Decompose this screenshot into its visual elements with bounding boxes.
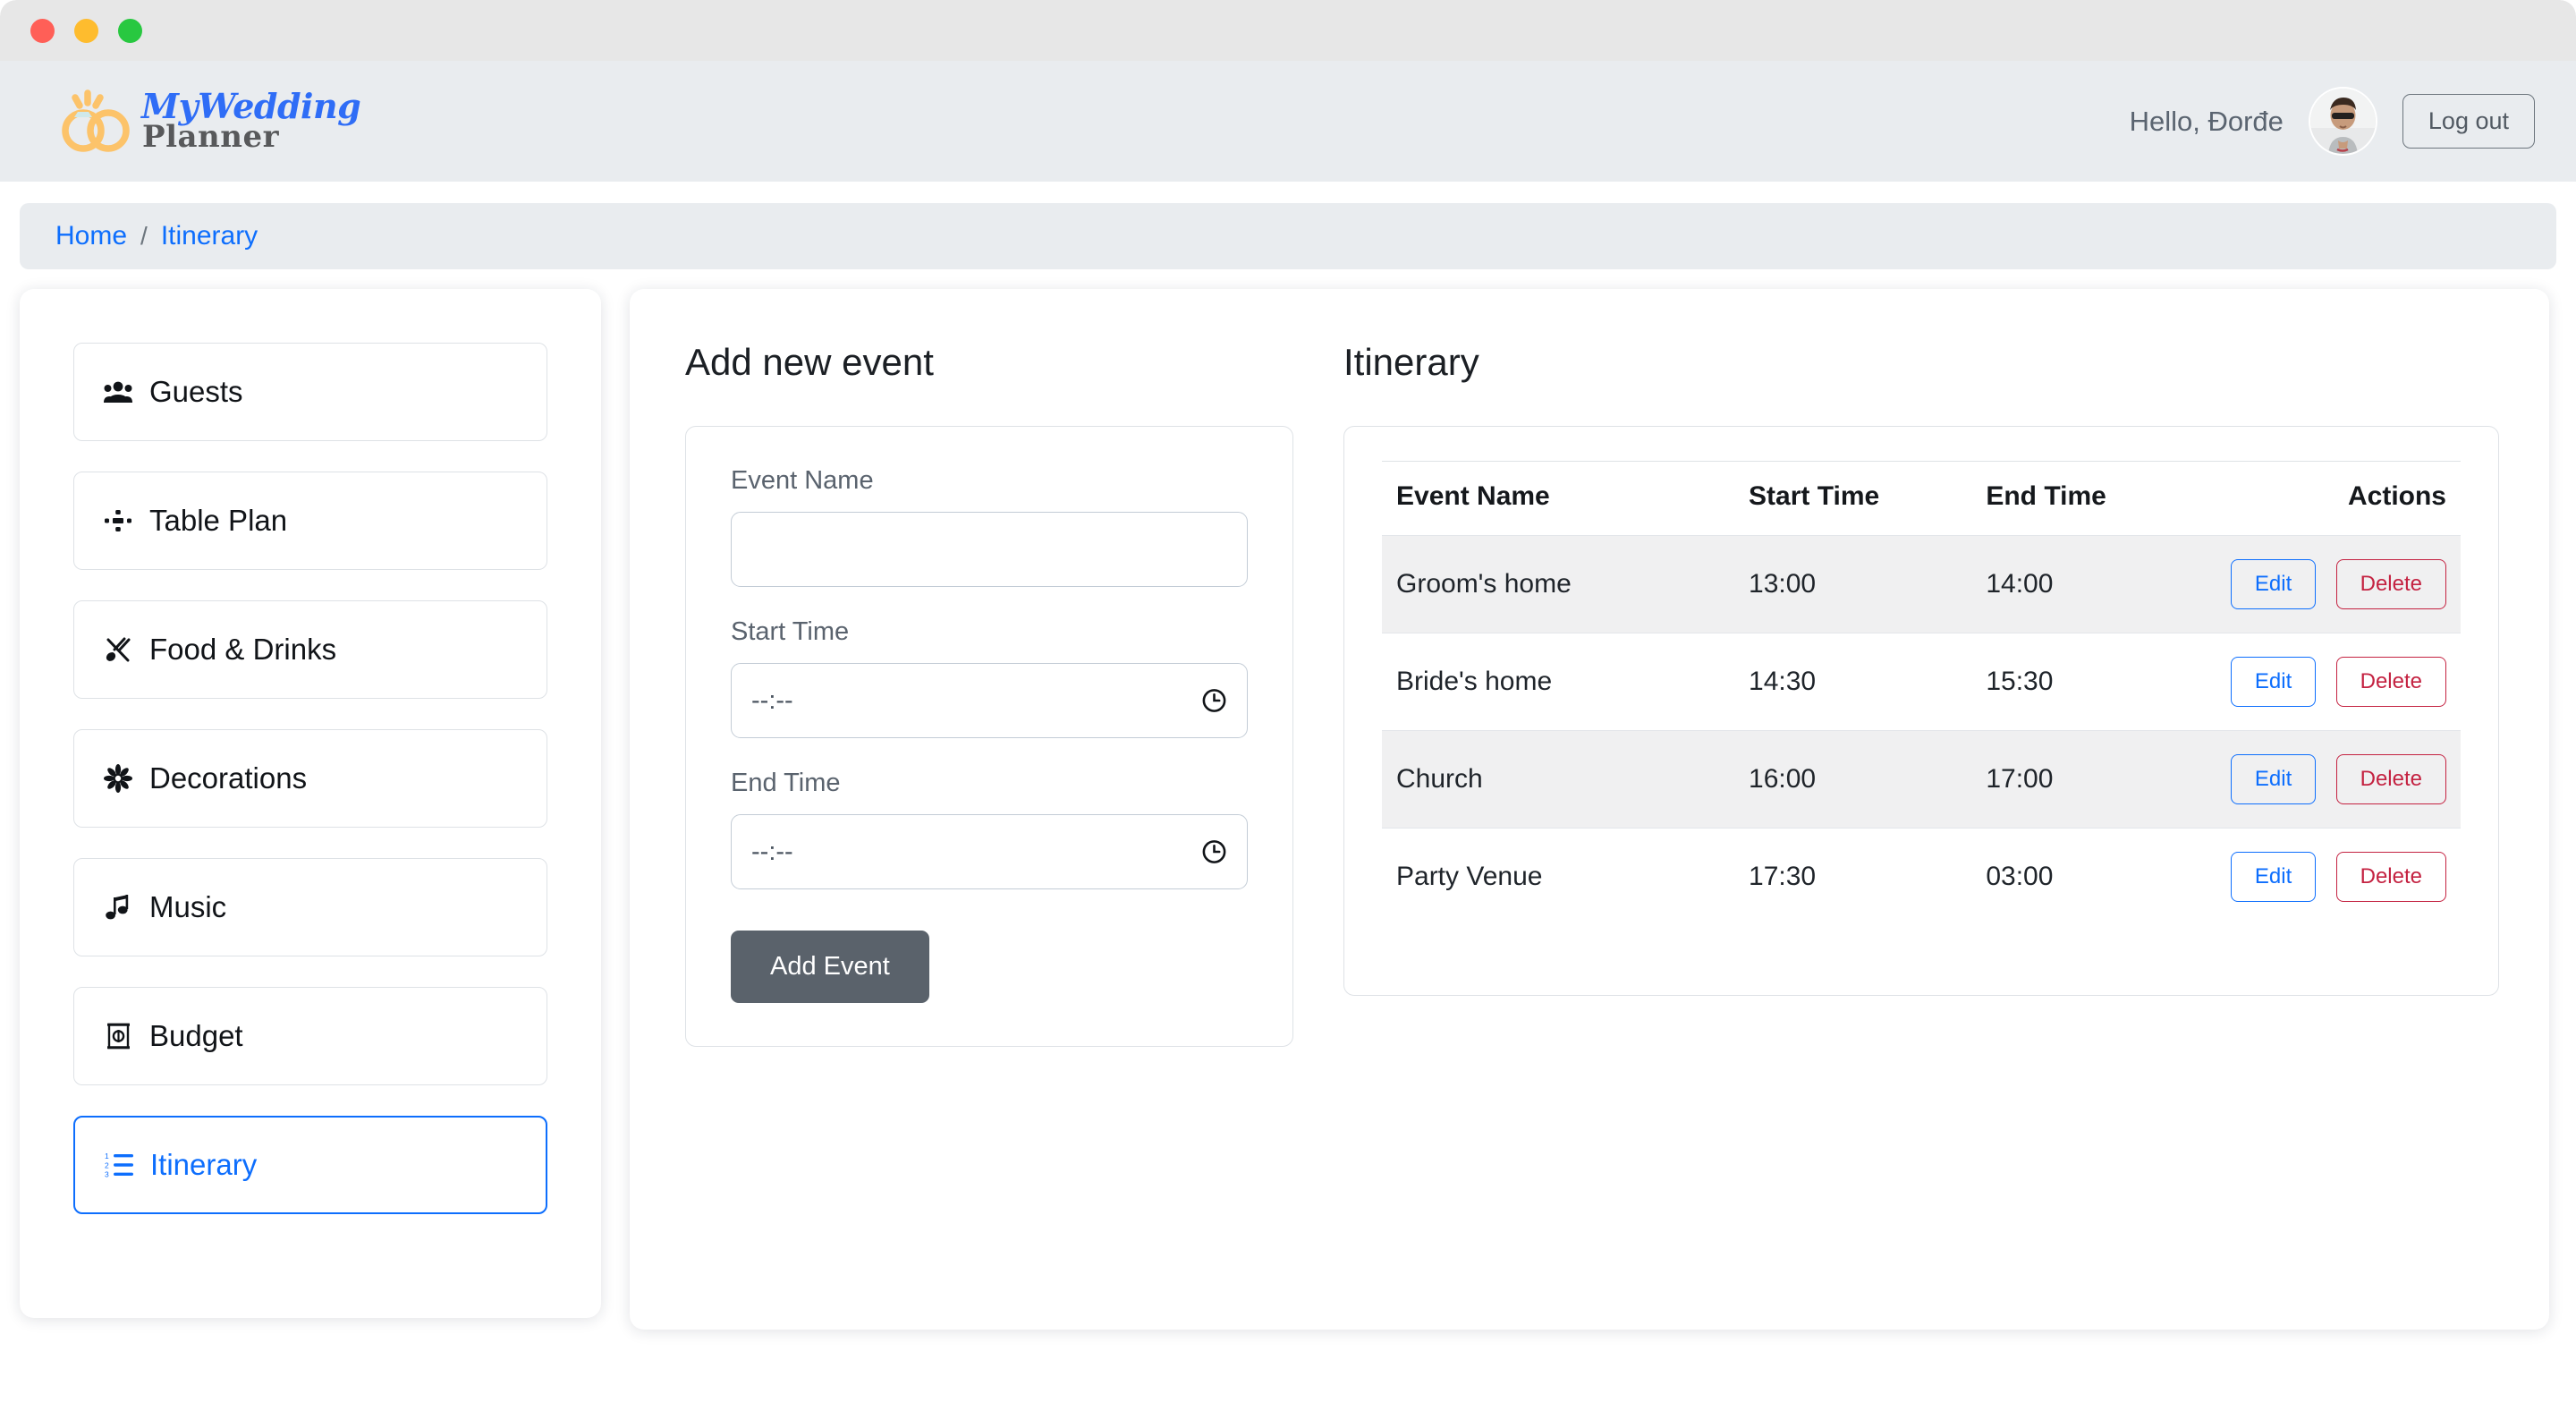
minimize-window-button[interactable] — [74, 18, 98, 43]
edit-button[interactable]: Edit — [2230, 754, 2317, 804]
start-time-label: Start Time — [731, 617, 850, 646]
end-time-input[interactable] — [731, 814, 1248, 889]
svg-text:2: 2 — [105, 1160, 109, 1169]
event-name-field-group: Event Name — [731, 466, 1248, 587]
table-plan-icon — [103, 506, 133, 536]
edit-button[interactable]: Edit — [2230, 657, 2317, 707]
column-header-end-time: End Time — [1986, 461, 2224, 536]
browser-window: MyWedding Planner Hello, Đorđe Log out H… — [0, 0, 2576, 1428]
sidebar-item-label: Music — [149, 890, 227, 923]
sidebar-item-label: Guests — [149, 375, 243, 408]
column-header-event-name: Event Name — [1382, 461, 1750, 536]
cell-end-time: 14:00 — [1986, 535, 2224, 633]
cell-start-time: 13:00 — [1749, 535, 1987, 633]
start-time-field-group: Start Time — [731, 617, 1248, 738]
logout-button[interactable]: Log out — [2402, 94, 2535, 149]
column-header-start-time: Start Time — [1749, 461, 1987, 536]
fork-spoon-icon — [103, 634, 133, 665]
money-receipt-icon — [103, 1021, 133, 1051]
flower-icon — [103, 763, 133, 794]
breadcrumb-separator: / — [140, 222, 148, 250]
cell-start-time: 16:00 — [1749, 730, 1987, 829]
breadcrumb: Home / Itinerary — [20, 203, 2556, 269]
page-content: Guests Table Plan Food & Drinks Decorati… — [0, 269, 2576, 1330]
table-body: Groom's home 13:00 14:00 Edit Delete Bri… — [1382, 535, 2461, 925]
wedding-rings-icon — [59, 88, 134, 156]
cell-end-time: 17:00 — [1986, 730, 2224, 829]
sidebar-item-music[interactable]: Music — [73, 858, 547, 956]
sidebar-item-label: Decorations — [149, 761, 308, 795]
people-group-icon — [103, 377, 133, 407]
end-time-label: End Time — [731, 769, 841, 797]
svg-text:3: 3 — [105, 1170, 109, 1177]
cell-event-name: Party Venue — [1382, 828, 1750, 925]
breadcrumb-item-itinerary[interactable]: Itinerary — [161, 221, 258, 251]
brand-title-primary: MyWedding — [141, 85, 361, 126]
column-header-actions: Actions — [2223, 461, 2461, 536]
cell-actions: Edit Delete — [2223, 535, 2461, 633]
music-note-icon — [103, 892, 133, 922]
start-time-input[interactable] — [731, 663, 1248, 738]
add-event-form-box: Event Name Start Time --:-- End Time --:… — [685, 426, 1293, 1047]
brand-title-secondary: Planner — [142, 119, 279, 156]
end-time-field-group: End Time — [731, 769, 1248, 889]
delete-button[interactable]: Delete — [2335, 657, 2446, 707]
sidebar-item-label: Itinerary — [150, 1148, 258, 1181]
cell-event-name: Church — [1382, 730, 1750, 829]
cell-actions: Edit Delete — [2223, 828, 2461, 925]
itinerary-panel: Itinerary Event Name Start Time End Time… — [1343, 341, 2499, 996]
edit-button[interactable]: Edit — [2230, 559, 2317, 609]
sidebar-item-food-drinks[interactable]: Food & Drinks — [73, 600, 547, 699]
close-window-button[interactable] — [30, 18, 55, 43]
maximize-window-button[interactable] — [118, 18, 142, 43]
cell-start-time: 14:30 — [1749, 633, 1987, 731]
main-panel: Add new event Event Name Start Time --:-… — [630, 289, 2549, 1330]
add-event-title: Add new event — [685, 341, 934, 383]
window-titlebar — [0, 0, 2576, 61]
clock-icon[interactable] — [1200, 687, 1228, 715]
table-row: Church 16:00 17:00 Edit Delete — [1382, 730, 2461, 829]
itinerary-table: Event Name Start Time End Time Actions G… — [1382, 461, 2461, 925]
user-greeting: Hello, Đorđe — [2129, 105, 2284, 137]
sidebar-item-budget[interactable]: Budget — [73, 987, 547, 1085]
ordered-list-icon: 1 2 3 — [104, 1150, 134, 1180]
sidebar-item-label: Table Plan — [149, 504, 288, 537]
brand-logo[interactable]: MyWedding Planner — [59, 85, 361, 156]
table-head: Event Name Start Time End Time Actions — [1382, 461, 2461, 536]
delete-button[interactable]: Delete — [2335, 754, 2446, 804]
app-header: MyWedding Planner Hello, Đorđe Log out — [0, 61, 2576, 182]
table-row: Party Venue 17:30 03:00 Edit Delete — [1382, 828, 2461, 925]
cell-event-name: Bride's home — [1382, 633, 1750, 731]
avatar[interactable] — [2309, 89, 2376, 154]
table-header-row: Event Name Start Time End Time Actions — [1382, 461, 2461, 536]
sidebar-item-label: Food & Drinks — [149, 633, 337, 666]
sidebar: Guests Table Plan Food & Drinks Decorati… — [20, 289, 601, 1318]
cell-start-time: 17:30 — [1749, 828, 1987, 925]
add-event-form: Add new event Event Name Start Time --:-… — [685, 341, 1293, 1047]
clock-icon[interactable] — [1200, 838, 1228, 866]
sidebar-item-decorations[interactable]: Decorations — [73, 729, 547, 828]
breadcrumb-item-home[interactable]: Home — [55, 221, 127, 251]
cell-actions: Edit Delete — [2223, 633, 2461, 731]
event-name-input[interactable] — [731, 512, 1248, 587]
cell-actions: Edit Delete — [2223, 730, 2461, 829]
sidebar-item-table-plan[interactable]: Table Plan — [73, 472, 547, 570]
sidebar-item-itinerary[interactable]: 1 2 3 Itinerary — [73, 1116, 547, 1214]
itinerary-title: Itinerary — [1343, 341, 1479, 383]
header-actions: Hello, Đorđe Log out — [2130, 89, 2535, 154]
cell-event-name: Groom's home — [1382, 535, 1750, 633]
sidebar-item-guests[interactable]: Guests — [73, 343, 547, 441]
itinerary-table-container: Event Name Start Time End Time Actions G… — [1343, 426, 2499, 996]
table-row: Groom's home 13:00 14:00 Edit Delete — [1382, 535, 2461, 633]
svg-text:1: 1 — [105, 1152, 109, 1160]
cell-end-time: 15:30 — [1986, 633, 2224, 731]
event-name-label: Event Name — [731, 466, 874, 495]
table-row: Bride's home 14:30 15:30 Edit Delete — [1382, 633, 2461, 731]
delete-button[interactable]: Delete — [2335, 559, 2446, 609]
delete-button[interactable]: Delete — [2335, 852, 2446, 902]
cell-end-time: 03:00 — [1986, 828, 2224, 925]
sidebar-item-label: Budget — [149, 1019, 243, 1052]
edit-button[interactable]: Edit — [2230, 852, 2317, 902]
add-event-button[interactable]: Add Event — [731, 931, 929, 1003]
